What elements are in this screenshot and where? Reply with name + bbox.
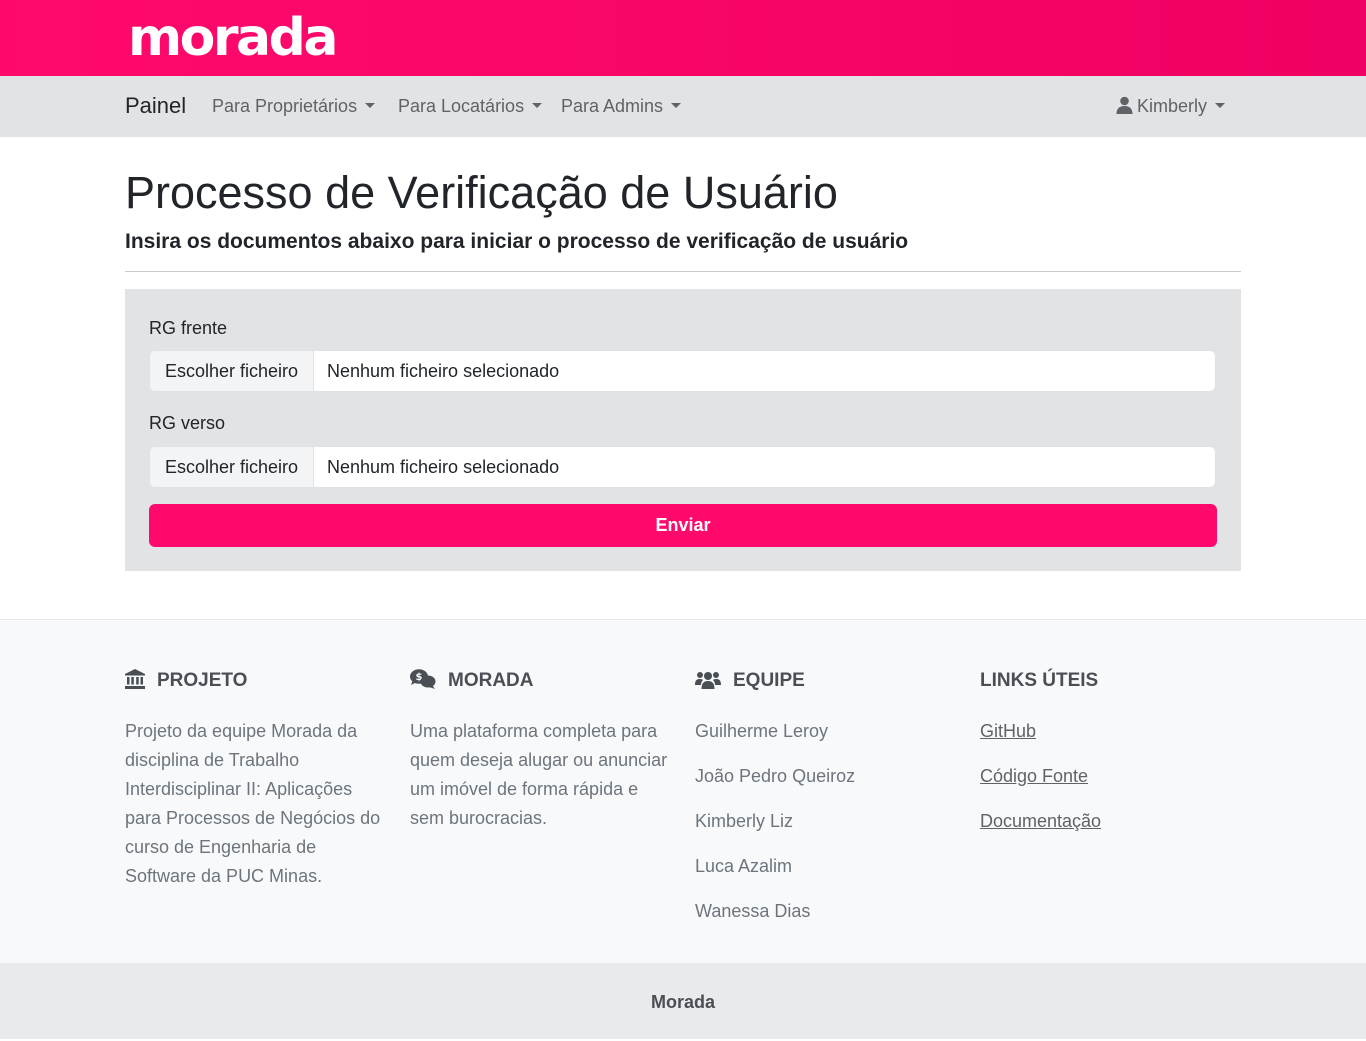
footer-col-links: LINKS ÚTEIS GitHub Código Fonte Document… <box>980 667 1240 852</box>
footer-heading-text: EQUIPE <box>733 670 805 691</box>
submit-button[interactable]: Enviar <box>149 504 1217 547</box>
team-member: João Pedro Queiroz <box>695 766 856 786</box>
caret-down-icon <box>532 103 543 109</box>
caret-down-icon <box>365 103 376 109</box>
footer-col-equipe: EQUIPE Guilherme Leroy João Pedro Queiro… <box>695 667 955 942</box>
documentation-link[interactable]: Documentação <box>980 811 1101 831</box>
team-member: Wanessa Dias <box>695 901 811 921</box>
file-status-text: Nenhum ficheiro selecionado <box>327 361 560 381</box>
choose-file-button[interactable]: Escolher ficheiro <box>150 447 314 487</box>
users-icon <box>695 670 721 698</box>
caret-down-icon <box>1215 103 1226 109</box>
nav-dropdown-label: Para Admins <box>561 96 664 116</box>
top-navbar: Painel Para Proprietários Para Locatário… <box>0 76 1366 137</box>
brand-bar: morada <box>0 0 1366 76</box>
footer-projeto-text: Projeto da equipe Morada da disciplina d… <box>125 721 381 886</box>
bottom-bar: Morada <box>0 963 1366 1039</box>
file-status-text: Nenhum ficheiro selecionado <box>327 457 560 477</box>
link-item: GitHub <box>980 717 1240 762</box>
nav-dropdown-locatarios[interactable]: Para Locatários <box>398 96 543 117</box>
footer-col-morada: $ MORADA Uma plataforma completa para qu… <box>410 667 670 833</box>
nav-dropdown-admins[interactable]: Para Admins <box>561 96 682 117</box>
team-member: Kimberly Liz <box>695 811 794 831</box>
user-name: Kimberly <box>1137 96 1208 116</box>
comments-dollar-icon: $ <box>410 669 436 698</box>
source-code-link[interactable]: Código Fonte <box>980 766 1088 786</box>
bank-icon <box>125 669 145 698</box>
nav-dropdown-label: Para Proprietários <box>212 96 358 116</box>
links-list: GitHub Código Fonte Documentação <box>980 717 1240 852</box>
page-title: Processo de Verificação de Usuário <box>125 167 838 218</box>
footer-heading-projeto: PROJETO <box>125 667 385 695</box>
github-link[interactable]: GitHub <box>980 721 1036 741</box>
footer-heading-text: MORADA <box>448 670 534 691</box>
footer-heading-text: PROJETO <box>157 670 248 691</box>
footer-heading-equipe: EQUIPE <box>695 667 955 695</box>
footer-col-projeto: PROJETO Projeto da equipe Morada da disc… <box>125 667 385 891</box>
rg-frente-label: RG frente <box>149 318 228 338</box>
nav-brand-painel[interactable]: Painel <box>125 93 186 119</box>
bottom-bar-text: Morada <box>650 992 715 1012</box>
footer: PROJETO Projeto da equipe Morada da disc… <box>0 619 1366 963</box>
footer-heading-links: LINKS ÚTEIS <box>980 670 1099 691</box>
rg-frente-file-input[interactable]: Escolher ficheiro Nenhum ficheiro seleci… <box>149 350 1216 392</box>
footer-heading-morada: $ MORADA <box>410 667 670 695</box>
link-item: Documentação <box>980 807 1240 852</box>
user-icon <box>1116 96 1133 119</box>
caret-down-icon <box>671 103 682 109</box>
verification-form: RG frente Escolher ficheiro Nenhum fiche… <box>125 289 1241 571</box>
divider <box>125 271 1241 272</box>
team-member: Luca Azalim <box>695 856 793 876</box>
nav-dropdown-proprietarios[interactable]: Para Proprietários <box>212 96 376 117</box>
page-subtitle: Insira os documentos abaixo para iniciar… <box>125 230 909 253</box>
morada-logo[interactable]: morada <box>128 6 338 70</box>
team-member: Guilherme Leroy <box>695 721 829 741</box>
link-item: Código Fonte <box>980 762 1240 807</box>
rg-verso-file-input[interactable]: Escolher ficheiro Nenhum ficheiro seleci… <box>149 446 1216 488</box>
team-list: Guilherme Leroy João Pedro Queiroz Kimbe… <box>695 717 955 942</box>
footer-morada-text: Uma plataforma completa para quem deseja… <box>410 721 668 828</box>
nav-dropdown-label: Para Locatários <box>398 96 525 116</box>
rg-verso-label: RG verso <box>149 413 226 433</box>
user-menu-dropdown[interactable]: Kimberly <box>1116 96 1226 119</box>
choose-file-button[interactable]: Escolher ficheiro <box>150 351 314 391</box>
